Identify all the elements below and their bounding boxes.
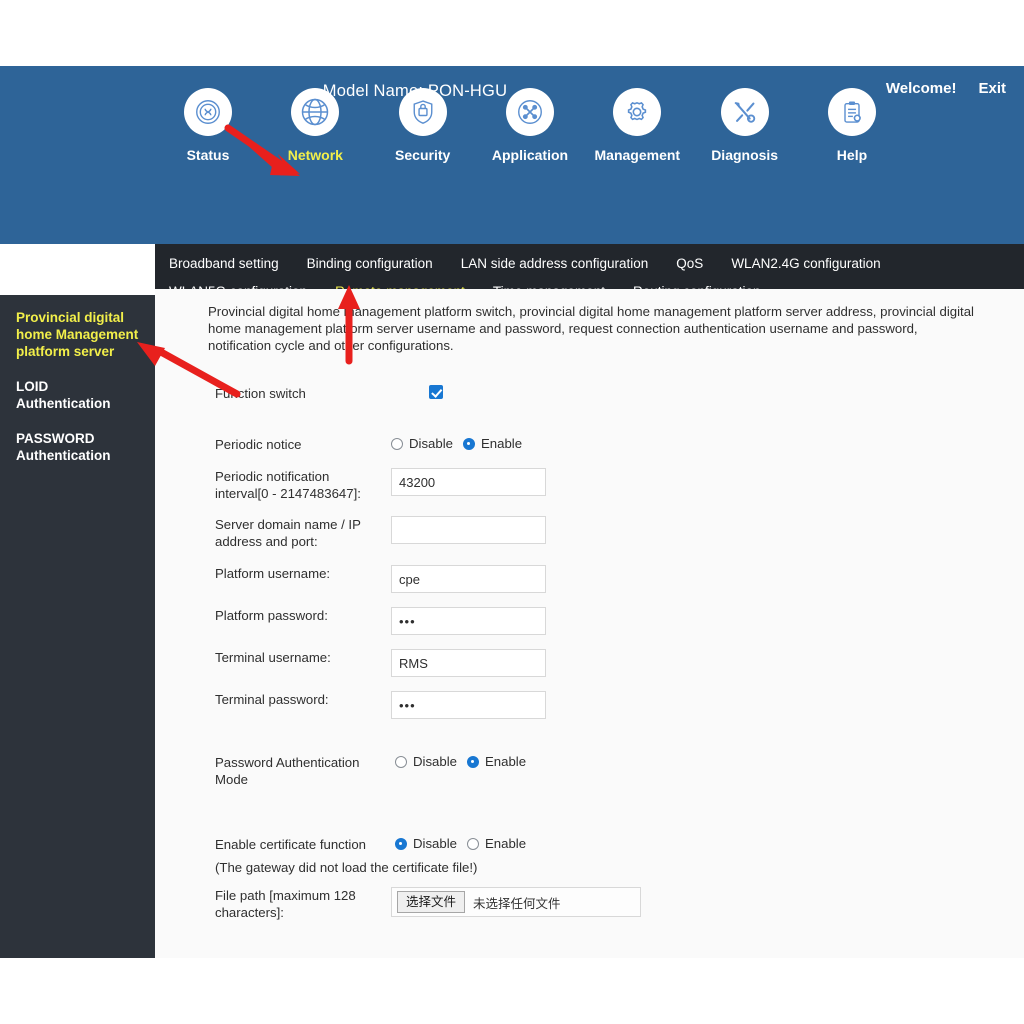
choose-file-button[interactable]: 选择文件	[397, 891, 466, 913]
certificate-file-input[interactable]: 选择文件 未选择任何文件	[391, 887, 641, 917]
row-terminal-username: Terminal username:	[155, 649, 1024, 677]
certificate-load-note: (The gateway did not load the certificat…	[215, 860, 478, 875]
certificate-function-radio-group: Disable Enable	[395, 836, 526, 851]
label-terminal-username: Terminal username:	[215, 650, 331, 665]
main-navigation: Status Network Security Application Mana…	[160, 88, 900, 163]
gauge-icon	[184, 88, 232, 136]
sidebar-item-password-authentication[interactable]: PASSWORD Authentication	[16, 430, 141, 464]
label-server-address: Server domain name / IP address and port…	[215, 517, 361, 549]
label-certificate-function: Enable certificate function	[215, 837, 367, 852]
label-terminal-password: Terminal password:	[215, 692, 329, 707]
row-platform-password: Platform password:	[155, 607, 1024, 635]
password-auth-disable-label: Disable	[413, 754, 457, 769]
shield-icon	[398, 88, 447, 136]
exit-button[interactable]: Exit	[978, 80, 1006, 97]
radio-selected-icon	[395, 837, 407, 850]
row-server-address: Server domain name / IP address and port…	[155, 516, 1024, 550]
tab-qos[interactable]: QoS	[662, 250, 717, 278]
tab-wlan24g-configuration[interactable]: WLAN2.4G configuration	[717, 250, 894, 278]
tab-broadband-setting[interactable]: Broadband setting	[155, 250, 293, 278]
nav-item-application[interactable]: Application	[482, 88, 578, 163]
tab-binding-configuration[interactable]: Binding configuration	[293, 250, 447, 278]
nav-label-help: Help	[836, 147, 868, 163]
row-certificate-function: Enable certificate function Disable Enab…	[155, 836, 1024, 853]
nav-item-network[interactable]: Network	[267, 88, 363, 163]
periodic-notice-disable-label: Disable	[409, 436, 453, 451]
radio-selected-icon	[466, 755, 479, 768]
content-panel: Provincial digital home management platf…	[155, 289, 1024, 958]
sidebar-item-provincial-platform-server[interactable]: Provincial digital home Management platf…	[16, 309, 141, 360]
platform-username-input[interactable]	[391, 565, 546, 593]
label-periodic-notice: Periodic notice	[215, 437, 302, 452]
apps-icon	[505, 88, 554, 136]
page-description: Provincial digital home management platf…	[208, 304, 974, 353]
label-function-switch: Function switch	[215, 386, 306, 401]
row-password-auth-mode: Password Authentication Mode Disable Ena…	[155, 754, 1024, 788]
nav-item-management[interactable]: Management	[589, 88, 685, 163]
nav-item-help[interactable]: Help	[804, 88, 900, 163]
tab-lan-side-address-configuration[interactable]: LAN side address configuration	[447, 250, 663, 278]
function-switch-checkbox[interactable]	[429, 385, 443, 399]
nav-label-diagnosis: Diagnosis	[711, 147, 779, 163]
password-auth-disable-option[interactable]: Disable	[395, 754, 457, 769]
remote-management-form: Function switch Periodic notice Disable …	[155, 385, 1024, 921]
selected-file-name: 未选择任何文件	[473, 896, 561, 911]
row-platform-username: Platform username:	[155, 565, 1024, 593]
globe-icon	[291, 88, 340, 136]
radio-unselected-icon	[391, 437, 403, 450]
periodic-interval-input[interactable]	[391, 468, 546, 496]
row-periodic-interval: Periodic notification interval[0 - 21474…	[155, 468, 1024, 502]
certificate-disable-label: Disable	[413, 836, 457, 851]
label-platform-password: Platform password:	[215, 608, 328, 623]
row-function-switch: Function switch	[155, 385, 1024, 402]
periodic-notice-enable-label: Enable	[480, 436, 523, 451]
server-address-input[interactable]	[391, 516, 546, 544]
password-auth-mode-radio-group: Disable Enable	[395, 754, 526, 769]
row-periodic-notice: Periodic notice Disable Enable	[155, 436, 1024, 453]
platform-password-input[interactable]	[391, 607, 546, 635]
certificate-disable-option[interactable]: Disable	[395, 836, 457, 851]
certificate-enable-option[interactable]: Enable	[466, 836, 527, 851]
gear-icon	[613, 88, 662, 136]
sidebar: Provincial digital home Management platf…	[0, 295, 155, 958]
nav-label-status: Status	[186, 147, 230, 163]
nav-label-management: Management	[594, 147, 681, 163]
label-file-path: File path [maximum 128 characters]:	[215, 888, 356, 920]
row-file-path: File path [maximum 128 characters]: 选择文件…	[155, 887, 1024, 921]
row-terminal-password: Terminal password:	[155, 691, 1024, 719]
nav-label-network: Network	[287, 147, 343, 163]
label-password-auth-mode: Password Authentication Mode	[215, 755, 360, 787]
header-actions: Welcome! Exit	[886, 80, 1006, 97]
nav-item-status[interactable]: Status	[160, 88, 256, 163]
tools-icon	[720, 88, 769, 136]
password-auth-enable-option[interactable]: Enable	[466, 754, 527, 769]
certificate-enable-label: Enable	[484, 836, 527, 851]
password-auth-enable-label: Enable	[484, 754, 527, 769]
periodic-notice-disable-option[interactable]: Disable	[391, 436, 453, 451]
clipboard-icon	[827, 88, 876, 136]
radio-unselected-icon	[466, 837, 479, 850]
sidebar-item-loid-authentication[interactable]: LOID Authentication	[16, 378, 141, 412]
radio-selected-icon	[462, 437, 475, 450]
terminal-password-input[interactable]	[391, 691, 546, 719]
terminal-username-input[interactable]	[391, 649, 546, 677]
periodic-notice-radio-group: Disable Enable	[391, 436, 522, 451]
radio-unselected-icon	[395, 755, 407, 768]
nav-item-diagnosis[interactable]: Diagnosis	[697, 88, 793, 163]
label-platform-username: Platform username:	[215, 566, 331, 581]
periodic-notice-enable-option[interactable]: Enable	[462, 436, 523, 451]
nav-label-security: Security	[395, 147, 451, 163]
nav-item-security[interactable]: Security	[375, 88, 471, 163]
label-periodic-interval: Periodic notification interval[0 - 21474…	[215, 469, 361, 501]
nav-label-application: Application	[491, 147, 569, 163]
